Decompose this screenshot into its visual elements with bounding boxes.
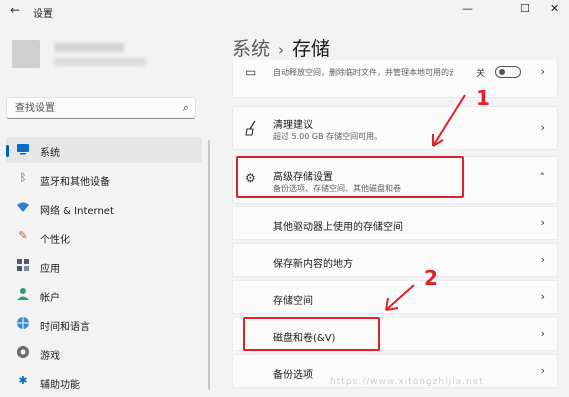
annotation-step-2: 2 bbox=[424, 266, 438, 290]
annotation-step-1: 1 bbox=[476, 86, 490, 110]
watermark: https://www.xitongzhijia.net bbox=[330, 377, 484, 387]
annotation-arrows bbox=[385, 94, 466, 311]
